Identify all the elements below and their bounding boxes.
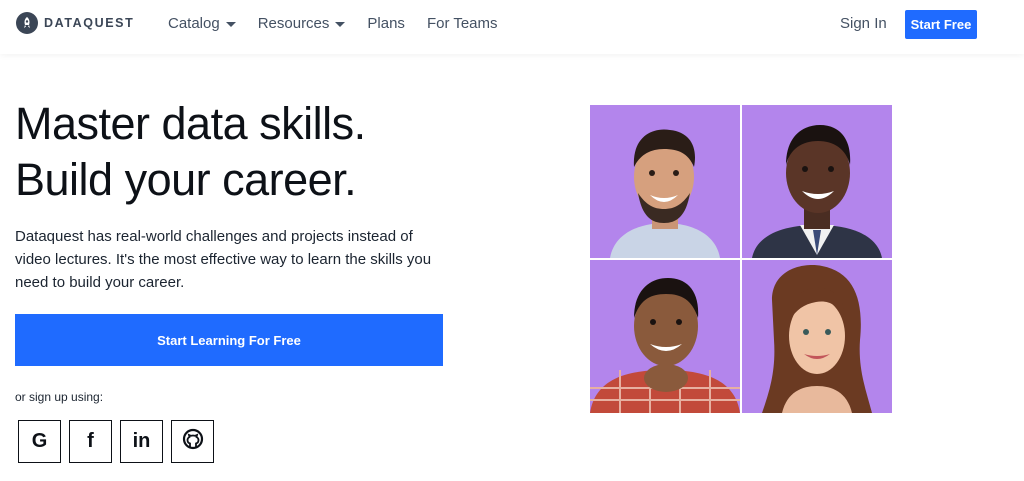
menu-item-plans[interactable]: Plans	[367, 15, 405, 32]
learner-photo	[742, 260, 892, 413]
menu-item-resources[interactable]: Resources	[258, 15, 346, 32]
facebook-signup-button[interactable]: f	[69, 420, 112, 463]
learner-photo	[590, 260, 740, 413]
hero-title-line-1: Master data skills.	[15, 98, 366, 149]
hero-title: Master data skills. Build your career.	[15, 96, 366, 208]
chevron-down-icon	[335, 22, 346, 27]
hero-subtitle: Dataquest has real-world challenges and …	[15, 228, 432, 291]
logo-wordmark: DATAQUEST	[44, 16, 135, 30]
linkedin-icon: in	[132, 430, 151, 452]
rocket-icon	[16, 12, 38, 34]
top-navbar: DATAQUEST Catalog Resources Plans For Te…	[0, 0, 1024, 54]
menu-item-label: For Teams	[426, 15, 498, 32]
learner-photo	[590, 105, 740, 258]
signup-label: or sign up using:	[15, 390, 104, 404]
menu-item-for-teams[interactable]: For Teams	[427, 15, 498, 32]
menu-item-catalog[interactable]: Catalog	[168, 15, 236, 32]
dataquest-logo[interactable]: DATAQUEST	[16, 12, 134, 34]
start-learning-button[interactable]: Start Learning For Free	[15, 314, 443, 366]
menu-item-label: Resources	[257, 15, 330, 32]
sign-in-link[interactable]: Sign In	[840, 15, 887, 32]
learner-photo-grid	[590, 105, 892, 413]
facebook-icon: f	[87, 430, 94, 452]
google-signup-button[interactable]: G	[18, 420, 61, 463]
social-signup-buttons: G f in	[18, 420, 214, 463]
hero-title-line-2: Build your career.	[15, 154, 357, 205]
google-icon: G	[31, 430, 48, 452]
chevron-down-icon	[225, 22, 236, 27]
menu-item-label: Plans	[367, 15, 405, 32]
main-menu: Catalog Resources Plans For Teams	[168, 15, 498, 32]
github-signup-button[interactable]	[171, 420, 214, 463]
menu-item-label: Catalog	[168, 15, 220, 32]
linkedin-signup-button[interactable]: in	[120, 420, 163, 463]
learner-photo	[742, 105, 892, 258]
github-icon	[182, 428, 204, 455]
start-free-button[interactable]: Start Free	[905, 10, 977, 39]
